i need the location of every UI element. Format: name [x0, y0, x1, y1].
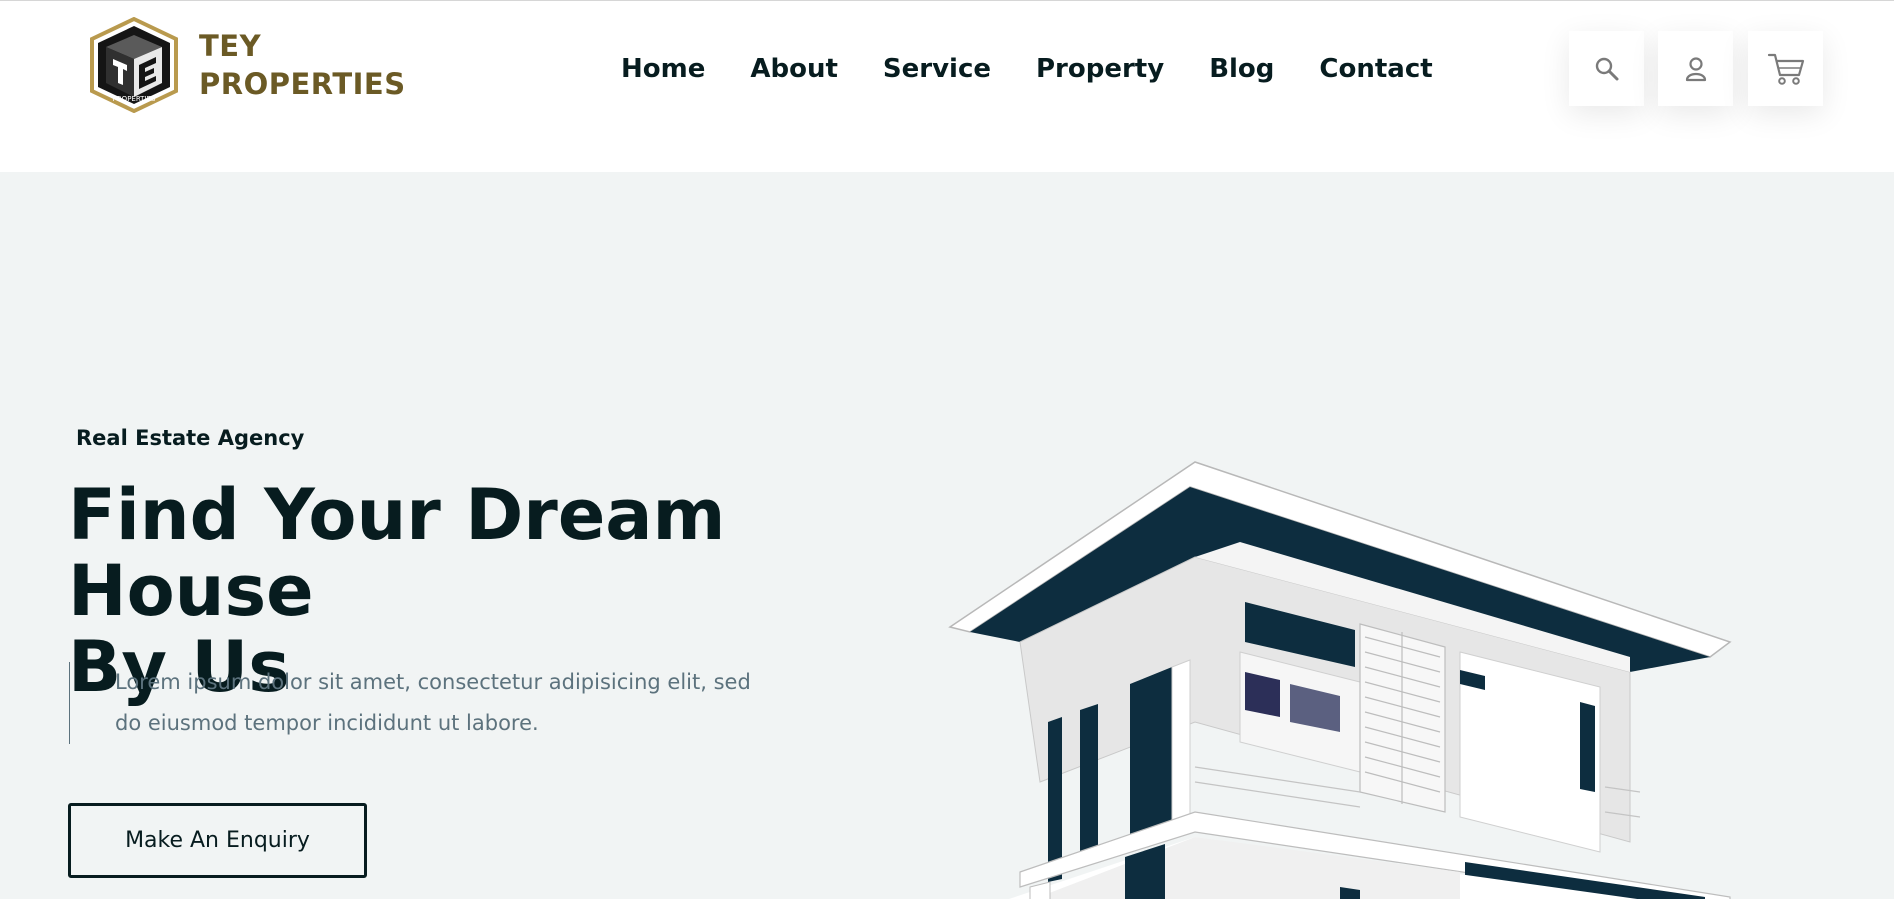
nav-contact[interactable]: Contact — [1319, 49, 1432, 89]
nav-home[interactable]: Home — [621, 49, 705, 89]
search-icon — [1595, 57, 1618, 80]
logo-text: PROPERTIES — [113, 95, 156, 103]
main-nav: Home About Service Property Blog Contact — [621, 49, 1433, 89]
nav-property[interactable]: Property — [1036, 49, 1164, 89]
brand-name[interactable]: TEY PROPERTIES — [199, 27, 406, 103]
brand-name-line1: TEY — [199, 29, 262, 63]
hero-section: Real Estate Agency Find Your Dream House… — [0, 172, 1894, 899]
search-button[interactable] — [1569, 31, 1644, 106]
nav-blog[interactable]: Blog — [1209, 49, 1274, 89]
brand-logo[interactable]: PROPERTIES — [86, 16, 182, 114]
hero-description-line2: do eiusmod tempor incididunt ut labore. — [115, 711, 539, 735]
make-enquiry-button[interactable]: Make An Enquiry — [68, 803, 367, 878]
user-button[interactable] — [1658, 31, 1733, 106]
cart-icon — [1767, 53, 1804, 85]
site-header: PROPERTIES TEY PROPERTIES Home About Ser… — [0, 1, 1894, 172]
hero-description-line1: Lorem ipsum dolor sit amet, consectetur … — [115, 670, 751, 694]
house-illustration — [948, 461, 1732, 899]
brand-name-line2: PROPERTIES — [199, 67, 406, 101]
hero-description: Lorem ipsum dolor sit amet, consectetur … — [69, 662, 815, 744]
nav-service[interactable]: Service — [883, 49, 991, 89]
hero-title-line1: Find Your Dream House — [68, 474, 726, 632]
user-icon — [1685, 56, 1706, 81]
hero-tagline: Real Estate Agency — [76, 426, 305, 450]
nav-about[interactable]: About — [750, 49, 838, 89]
tey-logo-icon: PROPERTIES — [90, 16, 178, 114]
cart-button[interactable] — [1748, 31, 1823, 106]
